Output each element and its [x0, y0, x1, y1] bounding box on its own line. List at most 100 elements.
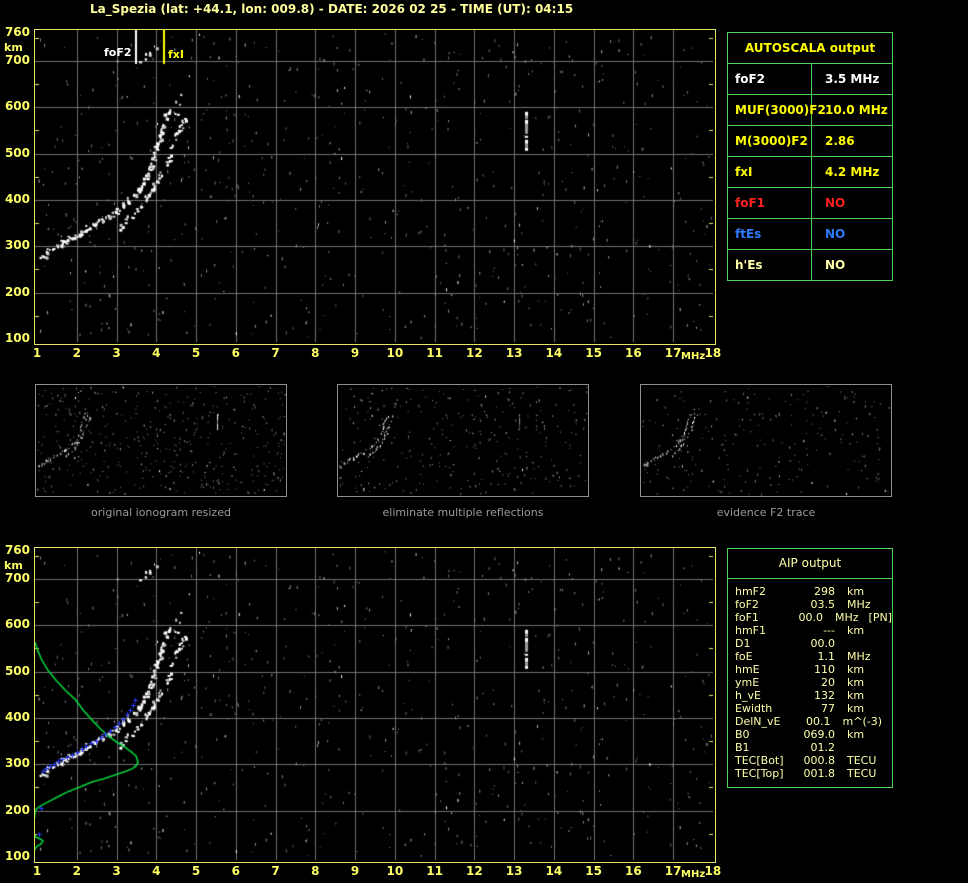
bottom-y-tick-400: 400 — [4, 709, 30, 724]
aip-unit: km — [847, 702, 865, 715]
aip-name: hmF1 — [735, 624, 767, 637]
autoscala-label: MUF(3000)F2 — [728, 95, 826, 125]
bottom-y-tick-700: 700 — [4, 570, 30, 585]
top-x-tick-8: 8 — [311, 346, 320, 360]
aip-name: D1 — [735, 637, 751, 650]
fxi-marker-label: fxI — [168, 48, 184, 61]
bottom-x-tick-12: 12 — [466, 864, 483, 878]
autoscala-label: foF2 — [728, 64, 812, 94]
top-y-tick-200: 200 — [4, 284, 30, 299]
aip-note — [864, 702, 874, 715]
top-x-tick-7: 7 — [271, 346, 280, 360]
thumbnail-caption-eliminate: eliminate multiple reflections — [382, 506, 544, 519]
aip-row-d1: D1 00.0 — [728, 637, 892, 650]
top-x-tick-1: 1 — [32, 346, 42, 360]
aip-name: Ewidth — [735, 702, 773, 715]
top-y-tick-500: 500 — [4, 145, 30, 160]
bottom-y-tick-100: 100 — [4, 849, 30, 863]
autoscala-row-fof1: foF1 NO — [728, 187, 892, 218]
bottom-x-tick-7: 7 — [271, 864, 280, 878]
bottom-x-tick-5: 5 — [191, 864, 201, 878]
aip-unit: km — [847, 728, 865, 741]
aip-unit: TECU — [847, 767, 877, 780]
bottom-ionogram-canvas — [35, 548, 713, 860]
aip-value: 001.8 — [803, 767, 836, 780]
autoscala-value: NO — [825, 196, 846, 210]
autoscala-output-table: AUTOSCALA output foF2 3.5 MHz MUF(3000)F2 1… — [727, 32, 893, 281]
station-title: La_Spezia (lat: +44.1, lon: 009.8) - DAT… — [90, 2, 574, 16]
aip-row-fof1: foF1 00.0 MHz [PN] — [728, 611, 892, 624]
aip-row-delnve: DelN_vE 00.1 m^(-3) — [728, 715, 892, 728]
fof2-marker-label: foF2 — [104, 46, 132, 59]
aip-note — [871, 598, 881, 611]
bottom-y-tick-760: 760 — [4, 543, 30, 557]
aip-row-b1: B1 01.2 — [728, 741, 892, 754]
autoscala-table-header: AUTOSCALA output — [744, 41, 876, 55]
aip-unit: MHz — [835, 611, 859, 624]
autoscala-app-screen: { "title": "La_Spezia (lat: +44.1, lon: … — [0, 0, 968, 883]
aip-row-hmf2: hmF2 298 km — [728, 585, 892, 598]
aip-row-yme: ymE 20 km — [728, 676, 892, 689]
aip-note — [864, 585, 874, 598]
aip-name: DelN_vE — [735, 715, 781, 728]
autoscala-label: ftEs — [728, 219, 812, 249]
autoscala-row-hes: h'Es NO — [728, 249, 892, 280]
top-y-tick-700: 700 — [4, 52, 30, 67]
bottom-y-tick-300: 300 — [4, 756, 30, 771]
top-x-tick-6: 6 — [231, 346, 240, 360]
autoscala-label: foF1 — [728, 188, 812, 218]
autoscala-value: 3.5 MHz — [825, 72, 880, 86]
aip-name: hmF2 — [735, 585, 767, 598]
aip-unit: MHz — [847, 650, 871, 663]
aip-name: foF1 — [735, 611, 759, 624]
aip-value: 20 — [821, 676, 835, 689]
aip-value: 00.0 — [798, 611, 824, 624]
aip-row-ewidth: Ewidth 77 km — [728, 702, 892, 715]
top-x-tick-11: 11 — [426, 346, 443, 360]
aip-unit: m^(-3) — [842, 715, 882, 728]
aip-unit: MHz — [847, 598, 871, 611]
autoscala-label: fxI — [728, 157, 812, 187]
top-y-tick-600: 600 — [4, 99, 30, 114]
bottom-x-tick-15: 15 — [585, 864, 602, 878]
thumbnail-original-ionogram — [35, 384, 287, 497]
aip-name: foE — [735, 650, 753, 663]
autoscala-row-m3000f2: M(3000)F2 2.86 — [728, 125, 892, 156]
aip-unit: TECU — [847, 754, 877, 767]
aip-unit — [835, 637, 847, 650]
aip-note — [876, 754, 886, 767]
aip-row-hve: h_vE 132 km — [728, 689, 892, 702]
bottom-x-tick-8: 8 — [311, 864, 320, 878]
aip-table-rows: hmF2 298 km foF2 03.5 MHz foF1 00.0 MHz [PN] hmF1-… — [728, 579, 892, 787]
thumbnail-original-canvas — [36, 385, 286, 496]
aip-value: 01.2 — [810, 741, 836, 754]
top-x-tick-15: 15 — [585, 346, 602, 360]
aip-output-table: AIP output hmF2 298 km foF2 03.5 MHz foF1 00.0 M… — [727, 548, 893, 788]
thumbnail-caption-original: original ionogram resized — [91, 506, 231, 519]
aip-value: --- — [823, 624, 835, 637]
autoscala-table-rows: foF2 3.5 MHz MUF(3000)F2 10.0 MHz M(3000)F2 2… — [728, 63, 892, 280]
top-x-tick-13: 13 — [505, 346, 523, 360]
autoscala-row-fof2: foF2 3.5 MHz — [728, 63, 892, 94]
bottom-x-tick-13: 13 — [505, 864, 523, 878]
aip-note — [871, 650, 881, 663]
top-y-tick-400: 400 — [4, 191, 30, 206]
top-x-tick-18: 18 — [704, 346, 722, 360]
bottom-x-tick-3: 3 — [112, 864, 121, 878]
autoscala-label: M(3000)F2 — [728, 126, 812, 156]
aip-note — [876, 767, 886, 780]
aip-row-b0: B0 069.0 km — [728, 728, 892, 741]
aip-value: 069.0 — [803, 728, 836, 741]
thumbnail-evidence-canvas — [641, 385, 891, 496]
bottom-x-tick-6: 6 — [231, 864, 240, 878]
aip-row-hme: hmE 110 km — [728, 663, 892, 676]
aip-value: 00.0 — [810, 637, 836, 650]
aip-unit: km — [847, 689, 865, 702]
top-x-tick-3: 3 — [112, 346, 121, 360]
aip-row-tectop: TEC[Top] 001.8 TECU — [728, 767, 892, 780]
aip-value: 00.1 — [806, 715, 831, 728]
aip-row-hmf1: hmF1 --- km — [728, 624, 892, 637]
aip-value: 1.1 — [817, 650, 836, 663]
bottom-x-tick-1: 1 — [32, 864, 42, 878]
autoscala-value: NO — [825, 227, 846, 241]
